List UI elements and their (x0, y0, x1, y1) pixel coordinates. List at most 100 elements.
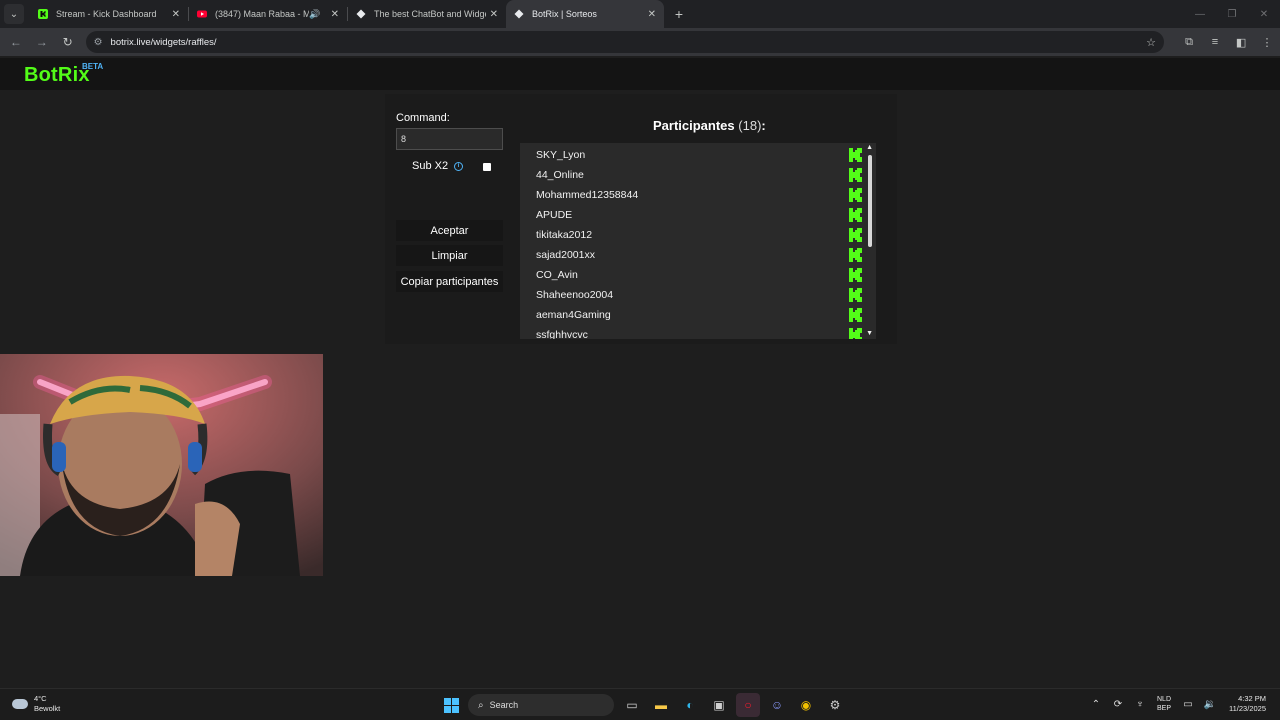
tab-kick-dashboard[interactable]: Stream - Kick Dashboard ✕ (30, 0, 188, 28)
participant-name: sajad2001xx (536, 249, 595, 261)
botrix-icon (356, 9, 366, 19)
opera-icon[interactable]: ○ (736, 693, 760, 717)
weather-temp: 4°C (34, 694, 47, 703)
list-item: ssfghhvcvc (520, 325, 865, 339)
window-controls: — ❐ ✕ (1184, 0, 1280, 28)
new-tab-button[interactable]: + (670, 6, 688, 22)
participant-name: ssfghhvcvc (536, 329, 588, 339)
weather-desc: Bewolkt (34, 704, 61, 713)
list-item: sajad2001xx (520, 245, 865, 265)
youtube-icon (197, 9, 207, 19)
subx2-checkbox[interactable] (483, 163, 491, 171)
close-tab-icon[interactable]: ✕ (172, 9, 180, 20)
chrome-icon[interactable]: ◉ (794, 693, 818, 717)
site-header: BotRix BETA (0, 58, 1280, 90)
kick-icon (849, 328, 862, 339)
scrollbar-thumb[interactable] (868, 155, 872, 247)
accept-button[interactable]: Aceptar (396, 220, 503, 241)
kick-icon (849, 308, 862, 322)
tab-youtube[interactable]: (3847) Maan Rabaa - Mesta 🔊 ✕ (189, 0, 347, 28)
clear-button[interactable]: Limpiar (396, 245, 503, 266)
file-explorer-icon[interactable]: ▬ (649, 693, 673, 717)
kick-icon (849, 208, 862, 222)
subx2-option: Sub X2 i (412, 160, 464, 172)
reading-list-icon[interactable]: ≡ (1202, 30, 1228, 54)
beta-badge: BETA (82, 62, 104, 71)
edge-icon[interactable]: ◐ (678, 693, 702, 717)
task-view-icon[interactable]: ▭ (620, 693, 644, 717)
scroll-down-arrow-icon[interactable]: ▼ (866, 330, 873, 337)
kick-icon (849, 288, 862, 302)
profile-icon[interactable]: ◧ (1228, 30, 1254, 54)
address-bar[interactable]: ⚙ botrix.live/widgets/raffles/ ☆ (85, 31, 1165, 53)
language-indicator[interactable]: NLD BEP (1157, 695, 1171, 713)
list-item: SKY_Lyon (520, 145, 865, 165)
participant-name: Mohammed12358844 (536, 189, 639, 201)
kick-icon (849, 168, 862, 182)
close-tab-icon[interactable]: ✕ (490, 9, 498, 20)
speaker-icon[interactable]: 🔊 (309, 9, 320, 20)
lang-bottom: BEP (1157, 705, 1172, 712)
taskbar-apps: ⌕ Search ▭ ▬ ◐ ▣ ○ ☺ ◉ ⚙ (439, 693, 852, 717)
app-icon[interactable]: ⚙ (823, 693, 847, 717)
botrix-logo[interactable]: BotRix (24, 64, 90, 87)
webcam-video-image (0, 354, 323, 576)
forward-arrow-icon[interactable]: → (30, 30, 54, 54)
command-input[interactable]: 8 (396, 128, 503, 150)
botrix-icon (514, 9, 524, 19)
maximize-icon[interactable]: ❐ (1216, 0, 1248, 28)
browser-tab-strip: ⌄ Stream - Kick Dashboard ✕ (3847) Maan … (0, 0, 1280, 28)
tab-search-button[interactable]: ⌄ (4, 4, 24, 24)
reload-icon[interactable]: ↻ (56, 30, 80, 54)
discord-icon[interactable]: ☺ (765, 693, 789, 717)
page-content: BotRix BETA Command: 8 Sub X2 i Aceptar … (0, 56, 1280, 688)
sync-icon[interactable]: ⟳ (1107, 693, 1129, 715)
list-item: CO_Avin (520, 265, 865, 285)
participant-name: aeman4Gaming (536, 309, 611, 321)
back-arrow-icon[interactable]: ← (4, 30, 28, 54)
bookmark-star-icon[interactable]: ☆ (1146, 36, 1156, 49)
kick-icon (849, 228, 862, 242)
scroll-up-arrow-icon[interactable]: ▲ (866, 144, 873, 151)
store-icon[interactable]: ▣ (707, 693, 731, 717)
close-tab-icon[interactable]: ✕ (648, 9, 656, 20)
network-icon[interactable]: ▭ (1177, 693, 1199, 715)
chevron-up-icon[interactable]: ⌃ (1085, 693, 1107, 715)
tab-botrix-home[interactable]: The best ChatBot and Widgets ✕ (348, 0, 506, 28)
browser-toolbar: ← → ↻ ⚙ botrix.live/widgets/raffles/ ☆ ⧉… (0, 28, 1280, 56)
list-item: 44_Online (520, 165, 865, 185)
cloud-icon (12, 699, 28, 709)
info-icon[interactable]: i (454, 161, 464, 171)
participants-colon: : (761, 118, 766, 133)
site-info-icon[interactable]: ⚙ (94, 37, 103, 48)
menu-kebab-icon[interactable]: ⋮ (1254, 30, 1280, 54)
subx2-label: Sub X2 (412, 160, 449, 172)
search-icon: ⌕ (478, 699, 484, 711)
start-icon[interactable] (439, 693, 463, 717)
microphone-icon[interactable]: ♆ (1129, 693, 1151, 715)
list-item: APUDE (520, 205, 865, 225)
close-window-icon[interactable]: ✕ (1248, 0, 1280, 28)
windows-taskbar: 4°C Bewolkt ⌕ Search ▭ ▬ ◐ ▣ ○ ☺ ◉ ⚙ ⌃ ⟳… (0, 688, 1280, 720)
copy-participants-button[interactable]: Copiar participantes (396, 271, 503, 292)
list-item: Shaheenoo2004 (520, 285, 865, 305)
kick-icon (38, 9, 48, 19)
weather-widget[interactable]: 4°C Bewolkt (12, 694, 60, 714)
minimize-icon[interactable]: — (1184, 0, 1216, 28)
volume-icon[interactable]: 🔉 (1199, 693, 1221, 715)
participant-name: APUDE (536, 209, 573, 221)
close-tab-icon[interactable]: ✕ (331, 9, 339, 20)
clock[interactable]: 4:32 PM 11/23/2025 (1229, 694, 1266, 714)
participants-list[interactable]: SKY_Lyon 44_Online Mohammed12358844 APUD… (520, 143, 876, 339)
tab-botrix-sorteos[interactable]: BotRix | Sorteos ✕ (506, 0, 664, 28)
kick-icon (849, 148, 862, 162)
weather-text: 4°C Bewolkt (34, 694, 60, 714)
extensions-icon[interactable]: ⧉ (1176, 30, 1202, 54)
taskbar-search[interactable]: ⌕ Search (468, 694, 614, 716)
participant-name: CO_Avin (536, 269, 578, 281)
list-item: aeman4Gaming (520, 305, 865, 325)
lang-top: NLD (1157, 696, 1172, 703)
url-text[interactable]: botrix.live/widgets/raffles/ (111, 37, 1147, 48)
clock-date: 11/23/2025 (1229, 704, 1266, 713)
clock-time: 4:32 PM (1238, 694, 1266, 703)
